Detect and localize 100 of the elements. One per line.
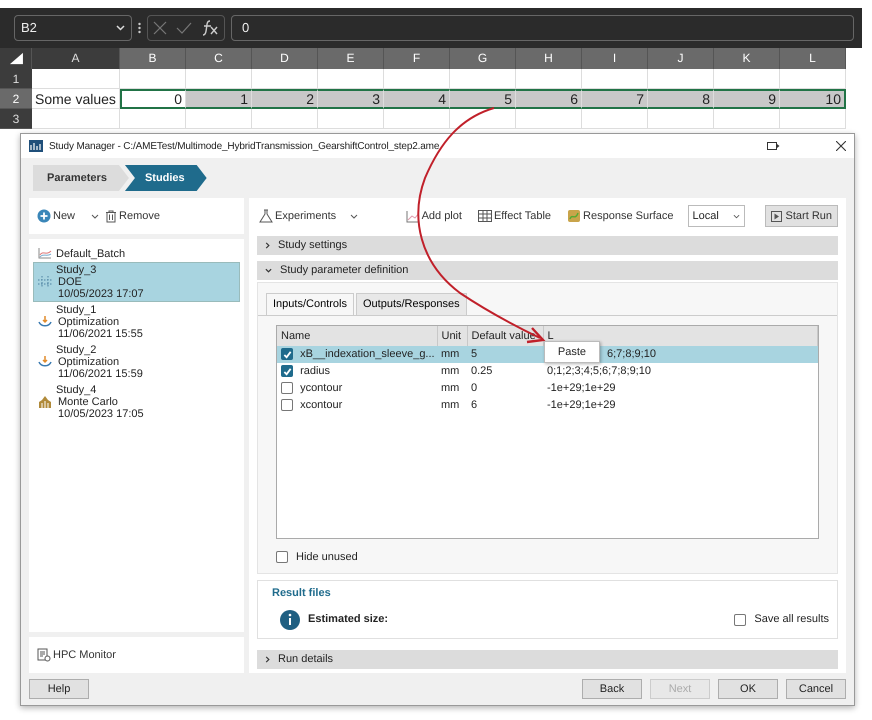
select-all-icon[interactable] bbox=[0, 48, 32, 69]
dialog-button[interactable]: Back bbox=[582, 679, 642, 699]
surface-icon bbox=[567, 209, 582, 223]
tab[interactable]: Inputs/Controls bbox=[266, 293, 354, 314]
checkbox[interactable] bbox=[281, 348, 293, 360]
breadcrumb-step[interactable]: Parameters bbox=[33, 165, 129, 191]
remove-button[interactable]: Remove bbox=[105, 208, 160, 224]
row-header[interactable]: 3 bbox=[0, 109, 32, 129]
estimated-size-label: Estimated size: bbox=[308, 612, 388, 628]
function-icon[interactable] bbox=[201, 20, 220, 36]
study-item[interactable]: Study_2 Optimization 11/06/2021 15:59 bbox=[33, 342, 240, 382]
location-dropdown[interactable]: Local bbox=[688, 205, 745, 227]
column-header[interactable]: Name bbox=[277, 326, 437, 346]
cell[interactable] bbox=[186, 109, 252, 129]
trash-icon bbox=[105, 210, 118, 222]
cell[interactable] bbox=[714, 109, 780, 129]
column-header[interactable]: G bbox=[450, 48, 516, 69]
column-header[interactable]: I bbox=[582, 48, 648, 69]
section-header[interactable]: Run details bbox=[257, 650, 838, 669]
column-header[interactable]: L bbox=[543, 326, 818, 346]
cell[interactable]: 3 bbox=[318, 89, 384, 109]
new-button[interactable]: New bbox=[37, 208, 76, 224]
response-surface-button[interactable]: Response Surface bbox=[565, 208, 676, 224]
cell[interactable] bbox=[32, 69, 120, 89]
cell[interactable] bbox=[648, 109, 714, 129]
table-row[interactable]: xcontour mm 6 -1e+29;1e+29 bbox=[277, 397, 818, 414]
section-header[interactable]: Study parameter definition bbox=[257, 261, 838, 280]
cell[interactable]: 0 bbox=[120, 89, 186, 109]
checkbox[interactable] bbox=[281, 399, 293, 412]
cell[interactable] bbox=[516, 109, 582, 129]
table-cell-text: 6;7;8;9;10 bbox=[607, 347, 656, 362]
table-cell-text: 0;1;2;3;4;5;6;7;8;9;10 bbox=[547, 364, 651, 380]
cell[interactable]: 2 bbox=[252, 89, 318, 109]
cell[interactable]: 9 bbox=[714, 89, 780, 109]
cell[interactable]: 4 bbox=[384, 89, 450, 109]
window-title: Study Manager - C:/AMETest/Multimode_HybridTransmission_GearshiftControl_step2.ame bbox=[49, 140, 440, 154]
add-plot-button[interactable]: Add plot bbox=[404, 208, 464, 224]
checkbox-label[interactable]: Hide unused bbox=[296, 548, 358, 565]
column-header[interactable]: B bbox=[120, 48, 186, 69]
cell[interactable] bbox=[582, 109, 648, 129]
column-header[interactable]: J bbox=[648, 48, 714, 69]
breadcrumb-step[interactable]: Studies bbox=[124, 165, 207, 191]
row-header[interactable]: 2 bbox=[0, 89, 32, 109]
name-box[interactable]: B2 bbox=[14, 15, 132, 41]
cell[interactable] bbox=[384, 109, 450, 129]
column-header[interactable]: L bbox=[780, 48, 846, 69]
column-header[interactable]: A bbox=[32, 48, 120, 69]
cell[interactable] bbox=[780, 109, 846, 129]
checkbox[interactable] bbox=[734, 614, 746, 626]
cell[interactable]: 8 bbox=[648, 89, 714, 109]
table-row[interactable]: radius mm 0.25 0;1;2;3;4;5;6;7;8;9;10 bbox=[277, 363, 818, 380]
tab[interactable]: Outputs/Responses bbox=[356, 293, 467, 314]
cell[interactable]: 10 bbox=[780, 89, 846, 109]
checkbox[interactable] bbox=[276, 550, 288, 563]
column-header[interactable]: F bbox=[384, 48, 450, 69]
cancel-icon[interactable] bbox=[152, 21, 167, 35]
checkbox-label[interactable]: Save all results bbox=[754, 611, 829, 628]
cell[interactable]: 7 bbox=[582, 89, 648, 109]
more-icon[interactable] bbox=[138, 22, 141, 34]
column-header[interactable]: H bbox=[516, 48, 582, 69]
study-item[interactable]: Study_4 Monte Carlo 10/05/2023 17:05 bbox=[33, 382, 240, 422]
cell[interactable]: 1 bbox=[186, 89, 252, 109]
cell[interactable] bbox=[318, 109, 384, 129]
study-item[interactable]: Study_1 Optimization 11/06/2021 15:55 bbox=[33, 302, 240, 342]
table-cell: radius bbox=[300, 365, 330, 378]
caret-icon[interactable] bbox=[350, 214, 358, 218]
menu-item[interactable]: Paste bbox=[545, 342, 599, 362]
table-cell: ycontour bbox=[300, 382, 342, 394]
formula-field[interactable]: 0 bbox=[231, 15, 854, 41]
dialog-button[interactable]: OK bbox=[718, 679, 778, 699]
dialog-button[interactable]: Cancel bbox=[786, 679, 846, 699]
caret-icon[interactable] bbox=[91, 214, 100, 218]
cell[interactable] bbox=[252, 109, 318, 129]
hpc-monitor-button[interactable]: HPC Monitor bbox=[37, 646, 116, 664]
dialog-button[interactable]: Help bbox=[29, 679, 89, 699]
section-header[interactable]: Study settings bbox=[257, 236, 838, 255]
column-header[interactable]: K bbox=[714, 48, 780, 69]
effect-table-button[interactable]: Effect Table bbox=[476, 208, 554, 224]
checkbox[interactable] bbox=[281, 365, 293, 378]
cell[interactable] bbox=[450, 109, 516, 129]
close-icon[interactable] bbox=[836, 141, 846, 151]
table-row[interactable]: ycontour mm 0 -1e+29;1e+29 bbox=[277, 380, 818, 397]
checkbox[interactable] bbox=[281, 382, 293, 394]
study-item[interactable]: Study_3 DOE 10/05/2023 17:07 bbox=[33, 262, 240, 302]
cell[interactable]: 5 bbox=[450, 89, 516, 109]
experiments-button[interactable]: Experiments bbox=[257, 208, 338, 224]
cell[interactable]: 6 bbox=[516, 89, 582, 109]
row-header[interactable]: 1 bbox=[0, 69, 32, 89]
cell[interactable] bbox=[32, 109, 120, 129]
study-icon bbox=[38, 276, 52, 288]
column-header[interactable]: D bbox=[252, 48, 318, 69]
restore-icon[interactable] bbox=[767, 141, 780, 151]
check-icon[interactable] bbox=[176, 22, 192, 34]
study-item[interactable]: Default_Batch bbox=[33, 243, 240, 262]
cell[interactable] bbox=[120, 109, 186, 129]
column-header[interactable]: C bbox=[186, 48, 252, 69]
start-run-button[interactable]: Start Run bbox=[764, 205, 838, 227]
column-header[interactable]: Unit bbox=[437, 326, 467, 346]
table-cell: xB__indexation_sleeve_g... bbox=[300, 348, 435, 360]
column-header[interactable]: E bbox=[318, 48, 384, 69]
